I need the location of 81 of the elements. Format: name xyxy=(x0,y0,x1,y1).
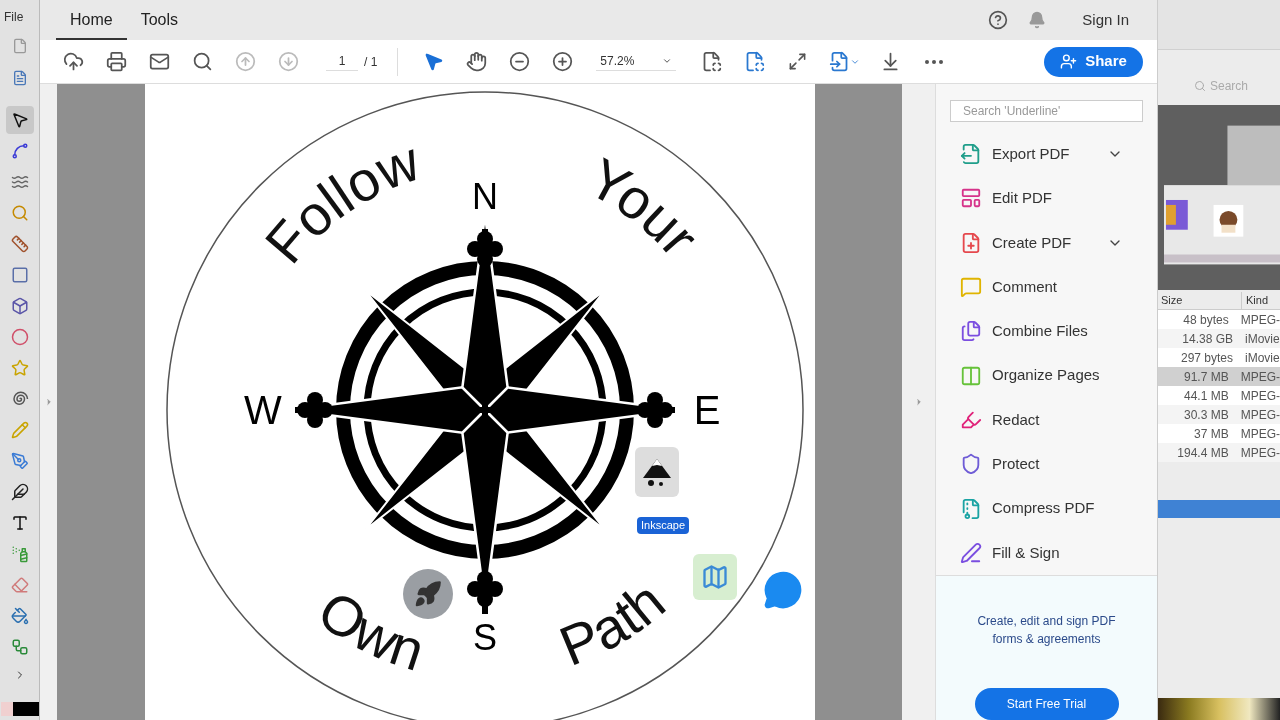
file-row[interactable]: 48 bytes MPEG- xyxy=(1158,310,1280,329)
east-letter: E xyxy=(693,388,721,432)
file-row[interactable]: 194.4 MB MPEG- xyxy=(1158,443,1280,462)
color-swatch[interactable] xyxy=(0,702,39,716)
spray-icon xyxy=(10,545,29,563)
measure-icon xyxy=(10,235,29,253)
file-row[interactable]: 297 bytes iMovie xyxy=(1158,348,1280,367)
file-row[interactable]: 91.7 MB MPEG- xyxy=(1158,367,1280,386)
select-icon xyxy=(423,51,445,72)
rect-icon xyxy=(10,266,29,284)
bucket-icon xyxy=(10,607,29,625)
tool-item[interactable]: Export PDF xyxy=(936,132,1157,177)
eraser-icon xyxy=(10,576,29,594)
ellipse-icon xyxy=(10,328,29,346)
pen-icon xyxy=(10,452,29,470)
tool-item[interactable]: Organize Pages xyxy=(936,353,1157,398)
box-icon xyxy=(10,297,29,315)
west-letter: W xyxy=(244,388,282,432)
tool-search-field[interactable]: Search 'Underline' xyxy=(950,100,1143,123)
tool-item[interactable]: Edit PDF xyxy=(936,176,1157,221)
app-icon[interactable] xyxy=(635,447,679,497)
search-icon xyxy=(1194,80,1206,92)
help-icon[interactable] xyxy=(988,10,1009,30)
start-trial-button[interactable]: Start Free Trial xyxy=(974,688,1119,720)
color-palette[interactable] xyxy=(1158,698,1280,720)
document-icon[interactable] xyxy=(11,70,28,86)
star-icon xyxy=(10,359,29,377)
tool-item[interactable]: Fill & Sign xyxy=(936,530,1157,575)
logo-word: Path xyxy=(550,569,677,678)
page-icon xyxy=(701,51,723,72)
print-icon xyxy=(106,51,127,72)
pencil-icon xyxy=(10,421,29,439)
page-icon xyxy=(744,51,766,72)
upload-icon xyxy=(63,51,84,72)
text-icon xyxy=(10,514,29,532)
calligraphy-icon xyxy=(10,483,29,501)
menu-item[interactable]: File xyxy=(0,8,24,26)
zoom-in-icon xyxy=(552,51,574,72)
app-label: Inkscape xyxy=(637,517,690,534)
previous-icon xyxy=(235,51,256,72)
file-row[interactable]: 37 MB MPEG- xyxy=(1158,424,1280,443)
tool-item[interactable]: Create PDF xyxy=(936,220,1157,265)
hand-icon xyxy=(466,51,488,72)
spiral-icon xyxy=(10,390,29,408)
more-icon xyxy=(924,59,943,64)
share-button[interactable]: Share xyxy=(1044,46,1143,77)
map-icon[interactable] xyxy=(693,554,737,600)
email-icon xyxy=(149,51,170,72)
tool-item[interactable]: Protect xyxy=(936,442,1157,487)
tweak-icon xyxy=(10,173,29,191)
find-icon xyxy=(192,51,213,72)
tab[interactable]: Tools xyxy=(126,2,193,40)
zoom-dropdown[interactable]: 57.2% xyxy=(596,52,677,71)
tab[interactable]: Home xyxy=(56,2,127,40)
tool-item[interactable]: Combine Files xyxy=(936,309,1157,354)
north-letter: N xyxy=(472,176,498,217)
logo-word: Own xyxy=(306,577,432,683)
sign-in-button[interactable]: Sign In xyxy=(1082,8,1129,32)
south-letter: S xyxy=(473,617,497,658)
column-header[interactable]: Kind xyxy=(1242,292,1269,309)
promo-text: Create, edit and sign PDF forms & agreements xyxy=(976,613,1117,648)
select-tool[interactable] xyxy=(5,106,34,134)
node-icon xyxy=(10,142,29,160)
connector-icon xyxy=(10,638,29,656)
tool-item[interactable]: Compress PDF xyxy=(936,486,1157,531)
tool-item[interactable]: Redact xyxy=(936,397,1157,443)
column-header[interactable]: Size xyxy=(1158,292,1242,309)
file-row[interactable]: 30.3 MB MPEG- xyxy=(1158,405,1280,424)
page-number-field[interactable]: 1 xyxy=(326,52,358,71)
next-icon xyxy=(278,51,299,72)
user-plus-icon xyxy=(1060,53,1078,70)
file-row[interactable]: 14.38 GB iMovie xyxy=(1158,329,1280,348)
expand-icon xyxy=(788,52,808,71)
select-icon xyxy=(10,111,29,129)
page-total: / 1 xyxy=(364,53,378,71)
zoom-icon xyxy=(10,204,29,222)
logo-word: Your xyxy=(578,145,712,268)
file-row[interactable]: 44.1 MB MPEG- xyxy=(1158,386,1280,405)
zoom-out-icon xyxy=(509,51,531,72)
page-icon xyxy=(828,51,850,72)
tool-item[interactable]: Comment xyxy=(936,264,1157,310)
